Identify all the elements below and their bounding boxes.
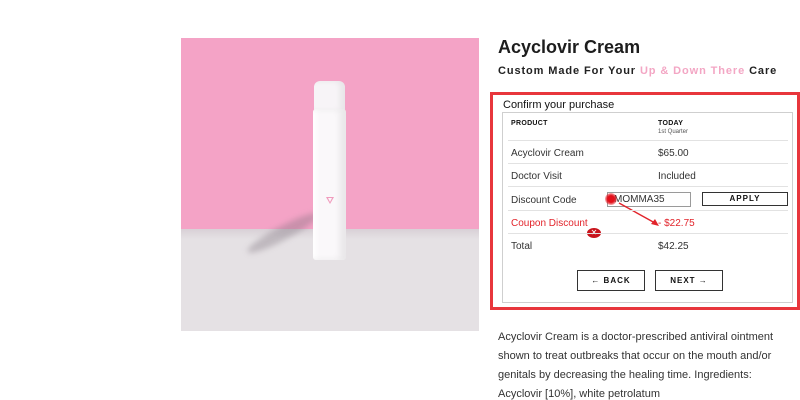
row-value-doctor-visit: Included <box>658 171 696 182</box>
tube-body <box>313 109 346 260</box>
coupon-discount-value: - $22.75 <box>658 218 695 229</box>
row-divider <box>508 186 788 187</box>
column-header-today: TODAY <box>658 120 684 127</box>
subtitle-suffix: Care <box>745 65 778 77</box>
discount-code-label: Discount Code <box>511 195 577 206</box>
row-divider <box>508 233 788 234</box>
coupon-discount-label: Coupon Discount <box>511 218 588 229</box>
row-divider <box>508 140 788 141</box>
subtitle-prefix: Custom Made For Your <box>498 65 640 77</box>
product-subtitle: Custom Made For Your Up & Down There Car… <box>498 65 777 77</box>
row-label-acyclovir: Acyclovir Cream <box>511 148 584 159</box>
confirm-purchase-panel: Confirm your purchase PRODUCT TODAY 1st … <box>490 92 800 310</box>
row-value-acyclovir: $65.00 <box>658 148 689 159</box>
row-divider <box>508 163 788 164</box>
triangle-logo-icon <box>326 197 334 204</box>
confirm-title: Confirm your purchase <box>503 99 615 111</box>
total-label: Total <box>511 241 533 252</box>
product-title: Acyclovir Cream <box>498 37 641 57</box>
column-subheader-today: 1st Quarter <box>658 129 689 135</box>
click-marker-icon <box>605 193 617 205</box>
arrow-annotation-icon <box>618 202 659 226</box>
back-button[interactable]: ← BACK <box>577 270 645 291</box>
row-label-doctor-visit: Doctor Visit <box>511 171 562 182</box>
next-button[interactable]: NEXT → <box>655 270 723 291</box>
tube-cap <box>314 81 345 111</box>
product-description: Acyclovir Cream is a doctor-prescribed a… <box>498 331 774 400</box>
row-divider <box>508 210 788 211</box>
apply-button[interactable]: APPLY <box>702 192 788 206</box>
order-summary-table: PRODUCT TODAY 1st Quarter Acyclovir Crea… <box>502 112 793 303</box>
column-header-product: PRODUCT <box>511 120 548 127</box>
product-image <box>181 38 479 331</box>
subtitle-highlight: Up & Down There <box>639 65 746 77</box>
total-value: $42.25 <box>658 241 689 252</box>
